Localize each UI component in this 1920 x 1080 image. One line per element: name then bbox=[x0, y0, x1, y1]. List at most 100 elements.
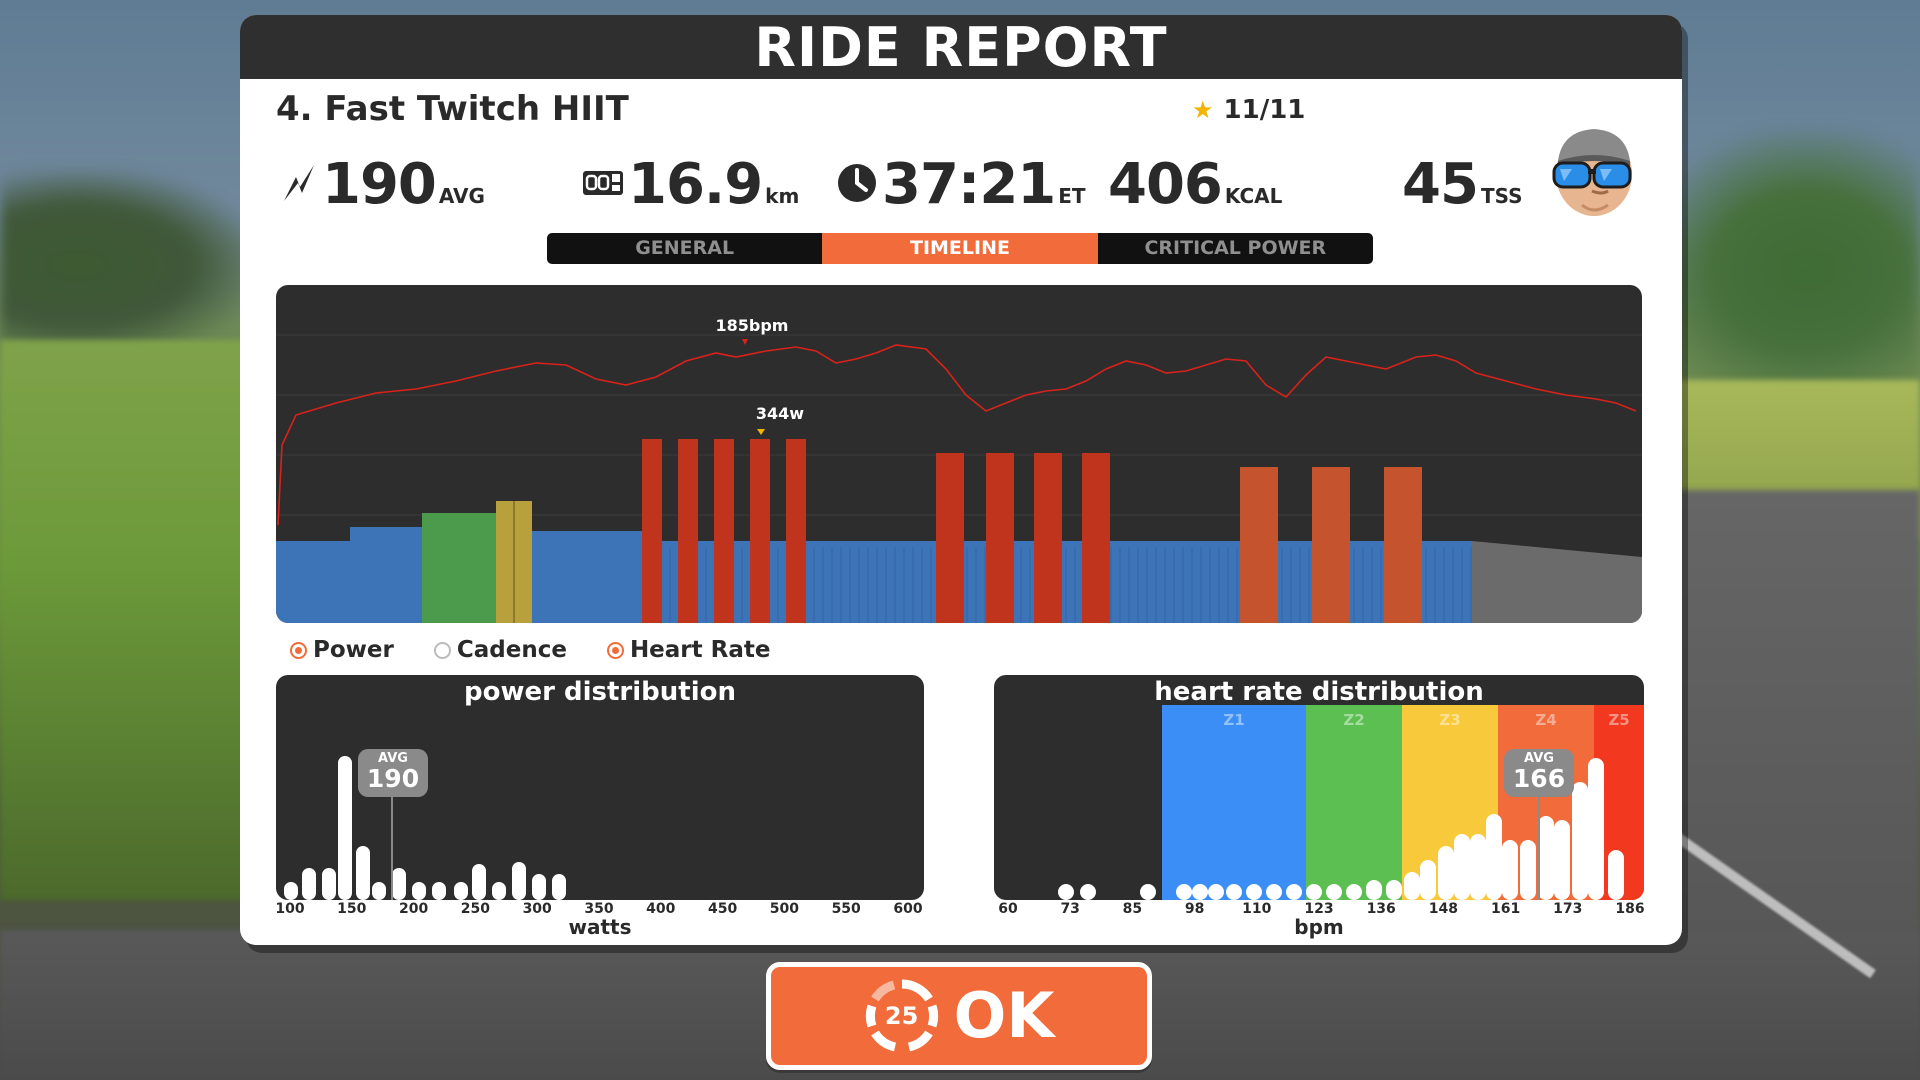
stat-distance: 16.9 km bbox=[582, 145, 799, 225]
power-dist-bar bbox=[372, 882, 386, 900]
hr-dist-bar bbox=[1306, 884, 1322, 900]
hr-dist-bar bbox=[1486, 814, 1502, 900]
stat-tss-value: 45 bbox=[1402, 152, 1479, 217]
timeline-interval-bar bbox=[1034, 453, 1062, 623]
hr-zone-label: Z4 bbox=[1535, 711, 1556, 729]
rider-avatar bbox=[1542, 119, 1642, 219]
star-count: ★ 11/11 bbox=[1192, 95, 1305, 125]
timeline-power-block bbox=[532, 531, 642, 623]
timeline-hr-peak-marker bbox=[742, 339, 748, 345]
timeline-interval-bar bbox=[786, 439, 806, 623]
background-trees-right bbox=[1640, 130, 1920, 410]
hr-dist-bar bbox=[1266, 884, 1282, 900]
tab-critical-power[interactable]: CRITICAL POWER bbox=[1098, 233, 1373, 264]
stat-energy-value: 406 bbox=[1108, 152, 1223, 217]
hr-dist-bar bbox=[1208, 884, 1224, 900]
timeline-svg: 185bpm 344w bbox=[276, 316, 1642, 623]
power-dist-bar bbox=[412, 882, 426, 900]
power-dist-bar bbox=[512, 862, 526, 900]
power-dist-bar bbox=[432, 882, 446, 900]
power-distribution-xlabel: watts bbox=[568, 915, 632, 939]
star-icon: ★ bbox=[1192, 96, 1214, 124]
stat-energy: 406 KCAL bbox=[1108, 145, 1282, 225]
power-dist-bar bbox=[338, 756, 352, 900]
power-avg-badge: AVG 190 bbox=[358, 749, 428, 797]
hr-dist-bar bbox=[1226, 884, 1242, 900]
stat-power-unit: AVG bbox=[438, 184, 485, 208]
power-dist-bar bbox=[454, 882, 468, 900]
timeline-power-block bbox=[276, 541, 350, 623]
legend-power[interactable]: Power bbox=[290, 637, 394, 663]
hr-dist-bar bbox=[1554, 820, 1570, 900]
hr-dist-bar bbox=[1326, 884, 1342, 900]
hr-distribution-title: heart rate distribution bbox=[1154, 677, 1484, 707]
timeline-power-block bbox=[350, 527, 422, 623]
hr-dist-bar bbox=[1246, 884, 1262, 900]
workout-title: 4. Fast Twitch HIIT bbox=[276, 89, 629, 129]
stats-row: 190 AVG 16.9 km 37:21 ET 406 KCAL 45 TSS bbox=[240, 145, 1682, 225]
legend-power-label: Power bbox=[313, 637, 394, 663]
odometer-icon bbox=[582, 168, 624, 202]
stat-power-value: 190 bbox=[322, 152, 437, 217]
timeline-interval-bar bbox=[1312, 467, 1350, 623]
legend-power-radio[interactable] bbox=[290, 641, 307, 659]
timeline-interval-bar bbox=[986, 453, 1014, 623]
hr-dist-bar bbox=[1080, 884, 1096, 900]
tab-general[interactable]: GENERAL bbox=[547, 233, 822, 264]
timeline-cooldown-block bbox=[1472, 541, 1642, 623]
hr-dist-bar bbox=[1588, 758, 1604, 900]
stat-distance-value: 16.9 bbox=[628, 152, 763, 217]
power-avg-value: 190 bbox=[366, 764, 420, 793]
background-trees-left bbox=[0, 170, 260, 360]
stat-time: 37:21 ET bbox=[836, 145, 1086, 225]
power-dist-bar bbox=[492, 882, 506, 900]
timeline-hr-peak-label: 185bpm bbox=[716, 316, 789, 335]
power-distribution-title: power distribution bbox=[464, 677, 736, 707]
background-field-left bbox=[0, 340, 260, 900]
timeline-power-block bbox=[422, 513, 496, 623]
hr-dist-bar bbox=[1176, 884, 1192, 900]
legend-cadence[interactable]: Cadence bbox=[433, 637, 567, 663]
legend-heart-rate[interactable]: Heart Rate bbox=[606, 637, 771, 663]
hr-dist-bar bbox=[1140, 884, 1156, 900]
timeline-power-peak-marker bbox=[757, 429, 765, 435]
hr-dist-bar bbox=[1346, 884, 1362, 900]
hr-dist-bar bbox=[1366, 880, 1382, 900]
stat-time-unit: ET bbox=[1058, 184, 1086, 208]
ok-button[interactable]: 25 OK bbox=[766, 962, 1152, 1070]
timeline-interval-bar bbox=[714, 439, 734, 623]
hr-zone-label: Z5 bbox=[1608, 711, 1629, 729]
legend-cadence-label: Cadence bbox=[456, 637, 567, 663]
timeline-interval-bar bbox=[642, 439, 662, 623]
hr-distribution-chart: heart rate distribution Z1 Z2 Z3 Z4 Z5 AVG 1… bbox=[994, 675, 1644, 900]
hr-dist-bar bbox=[1404, 872, 1420, 900]
stat-time-value: 37:21 bbox=[882, 152, 1056, 217]
power-dist-bar bbox=[392, 868, 406, 900]
hr-dist-bar bbox=[1502, 840, 1518, 900]
power-dist-bar bbox=[532, 874, 546, 900]
legend-cadence-radio[interactable] bbox=[433, 641, 451, 659]
panel-title: RIDE REPORT bbox=[240, 15, 1682, 79]
stat-distance-unit: km bbox=[765, 184, 800, 208]
legend-heart-rate-radio[interactable] bbox=[606, 641, 624, 659]
hr-zone-band bbox=[1306, 705, 1402, 900]
timeline-interval-bar bbox=[936, 453, 964, 623]
hr-dist-bar bbox=[1192, 884, 1208, 900]
hr-dist-bar bbox=[1470, 834, 1486, 900]
stat-power: 190 AVG bbox=[280, 145, 485, 225]
power-dist-bar bbox=[284, 882, 298, 900]
hr-dist-bar bbox=[1538, 816, 1554, 900]
power-dist-bar bbox=[472, 864, 486, 900]
legend-heart-rate-label: Heart Rate bbox=[629, 637, 771, 663]
hr-dist-bar bbox=[1286, 884, 1302, 900]
hr-avg-value: 166 bbox=[1512, 764, 1566, 793]
tab-timeline[interactable]: TIMELINE bbox=[822, 233, 1098, 264]
report-tabs: GENERAL TIMELINE CRITICAL POWER bbox=[547, 233, 1373, 264]
timeline-power-peak-label: 344w bbox=[756, 404, 804, 423]
hr-dist-bar bbox=[1454, 834, 1470, 900]
hr-dist-bar bbox=[1420, 860, 1436, 900]
hr-dist-bar bbox=[1438, 846, 1454, 900]
clock-icon bbox=[836, 162, 878, 208]
timeline-interval-bar bbox=[1384, 467, 1422, 623]
hr-zone-band bbox=[1162, 705, 1306, 900]
